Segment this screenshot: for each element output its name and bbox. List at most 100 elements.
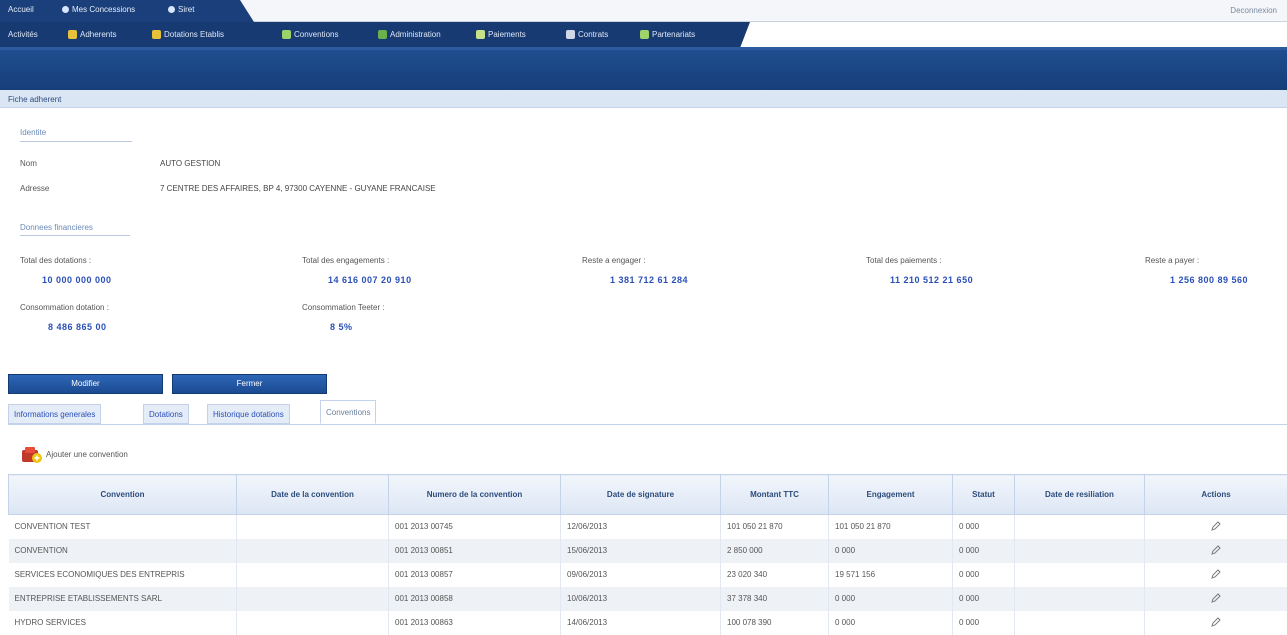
column-header-montant[interactable]: Montant TTC <box>720 474 829 515</box>
financial-section-title: Donnees financieres <box>20 223 93 232</box>
cell-montant: 100 078 390 <box>720 610 829 635</box>
cell-statut: 0 000 <box>952 586 1015 611</box>
tab-conventions[interactable]: Conventions <box>320 400 377 424</box>
cell-date-signature: 10/06/2013 <box>560 586 721 611</box>
cell-date-resiliation <box>1014 562 1145 587</box>
cell-convention: SERVICES ECONOMIQUES DES ENTREPRIS <box>8 562 237 587</box>
cell-actions <box>1144 538 1287 563</box>
tab-dotations[interactable]: Dotations <box>143 404 189 424</box>
cell-date-signature: 12/06/2013 <box>560 514 721 539</box>
table-row[interactable]: HYDRO SERVICES 001 2013 00863 14/06/2013… <box>8 610 1287 635</box>
cell-actions <box>1144 586 1287 611</box>
top-tab-concessions-label: Mes Concessions <box>72 5 136 14</box>
menu-item-label: Partenariats <box>652 30 696 39</box>
menu-item-conventions[interactable]: Conventions <box>282 30 338 39</box>
column-header-statut[interactable]: Statut <box>952 474 1015 515</box>
column-header-date-resiliation[interactable]: Date de resiliation <box>1014 474 1145 515</box>
column-header-convention[interactable]: Convention <box>8 474 237 515</box>
top-tab-siret-label: Siret <box>178 5 195 14</box>
address-value: 7 CENTRE DES AFFAIRES, BP 4, 97300 CAYEN… <box>160 184 436 193</box>
cell-engagement: 0 000 <box>828 586 953 611</box>
edit-icon[interactable] <box>1210 520 1222 532</box>
top-tab-siret[interactable]: Siret <box>168 5 194 17</box>
cell-statut: 0 000 <box>952 562 1015 587</box>
top-tab-home[interactable]: Accueil <box>8 5 34 17</box>
cell-numero: 001 2013 00863 <box>388 610 561 635</box>
section-divider <box>20 235 130 236</box>
document-icon <box>282 30 291 39</box>
edit-icon[interactable] <box>1210 616 1222 628</box>
menu-item-label: Dotations Etablis <box>164 30 225 39</box>
main-menu: Activités Adherents Dotations Etablis Co… <box>0 22 750 48</box>
consommation-teeter-label: Consommation Teeter : <box>302 303 385 312</box>
cell-engagement: 19 571 156 <box>828 562 953 587</box>
modify-button[interactable]: Modifier <box>8 374 163 394</box>
cell-numero: 001 2013 00857 <box>388 562 561 587</box>
cell-date-signature: 14/06/2013 <box>560 610 721 635</box>
table-row[interactable]: SERVICES ECONOMIQUES DES ENTREPRIS 001 2… <box>8 562 1287 587</box>
cell-montant: 2 850 000 <box>720 538 829 563</box>
conventions-table: Convention Date de la convention Numero … <box>8 474 1287 635</box>
column-header-date-signature[interactable]: Date de signature <box>560 474 721 515</box>
column-header-engagement[interactable]: Engagement <box>828 474 953 515</box>
cell-statut: 0 000 <box>952 610 1015 635</box>
name-label: Nom <box>20 159 37 168</box>
address-label: Adresse <box>20 184 50 193</box>
menu-item-partenariats[interactable]: Partenariats <box>640 30 695 39</box>
cell-date-convention <box>236 610 389 635</box>
top-tab-concessions[interactable]: Mes Concessions <box>62 5 135 17</box>
cell-convention: CONVENTION <box>8 538 237 563</box>
coin-icon <box>476 30 485 39</box>
cell-statut: 0 000 <box>952 514 1015 539</box>
column-header-date-convention[interactable]: Date de la convention <box>236 474 389 515</box>
cell-convention: HYDRO SERVICES <box>8 610 237 635</box>
cell-date-convention <box>236 514 389 539</box>
cell-numero: 001 2013 00745 <box>388 514 561 539</box>
folder-icon <box>168 6 175 13</box>
cell-date-convention <box>236 586 389 611</box>
consommation-teeter-value: 8 5% <box>330 322 353 332</box>
table-row[interactable]: ENTREPRISE ETABLISSEMENTS SARL 001 2013 … <box>8 586 1287 611</box>
menu-item-paiements[interactable]: Paiements <box>476 30 526 39</box>
cell-date-signature: 09/06/2013 <box>560 562 721 587</box>
reste-payer-label: Reste a payer : <box>1145 256 1200 265</box>
cell-date-resiliation <box>1014 538 1145 563</box>
menu-item-label: Conventions <box>294 30 339 39</box>
section-divider <box>20 141 132 142</box>
identity-section-title: Identite <box>20 128 47 137</box>
reste-payer-value: 1 256 800 89 560 <box>1170 275 1249 285</box>
cell-numero: 001 2013 00851 <box>388 538 561 563</box>
column-header-numero[interactable]: Numero de la convention <box>388 474 561 515</box>
edit-icon[interactable] <box>1210 592 1222 604</box>
column-header-actions[interactable]: Actions <box>1144 474 1287 515</box>
menu-item-label: Paiements <box>488 30 526 39</box>
cell-montant: 37 378 340 <box>720 586 829 611</box>
reste-engager-label: Reste a engager : <box>582 256 646 265</box>
table-row[interactable]: CONVENTION 001 2013 00851 15/06/2013 2 8… <box>8 538 1287 563</box>
menu-item-adherents[interactable]: Adherents <box>68 30 116 39</box>
cell-date-resiliation <box>1014 586 1145 611</box>
logout-link[interactable]: Deconnexion <box>1230 6 1277 15</box>
total-paiements-value: 11 210 512 21 650 <box>890 275 974 285</box>
header-band <box>0 50 1287 90</box>
add-convention-icon[interactable] <box>20 444 42 464</box>
edit-icon[interactable] <box>1210 544 1222 556</box>
folder-icon <box>62 6 69 13</box>
close-button[interactable]: Fermer <box>172 374 327 394</box>
cell-engagement: 0 000 <box>828 538 953 563</box>
table-row[interactable]: CONVENTION TEST 001 2013 00745 12/06/201… <box>8 514 1287 539</box>
tab-historique-dotations[interactable]: Historique dotations <box>207 404 290 424</box>
menu-item-dotations[interactable]: Dotations Etablis <box>152 30 224 39</box>
add-convention-link[interactable]: Ajouter une convention <box>46 450 128 459</box>
tab-informations-generales[interactable]: Informations generales <box>8 404 102 424</box>
cell-montant: 101 050 21 870 <box>720 514 829 539</box>
user-icon <box>68 30 77 39</box>
menu-item-activites[interactable]: Activités <box>8 30 38 39</box>
top-tabs: Accueil Mes Concessions Siret <box>0 0 254 22</box>
breadcrumb: Fiche adherent <box>8 95 62 104</box>
name-value: AUTO GESTION <box>160 159 221 168</box>
menu-item-contrats[interactable]: Contrats <box>566 30 608 39</box>
edit-icon[interactable] <box>1210 568 1222 580</box>
breadcrumb-bar: Fiche adherent <box>0 90 1287 108</box>
menu-item-administration[interactable]: Administration <box>378 30 441 39</box>
